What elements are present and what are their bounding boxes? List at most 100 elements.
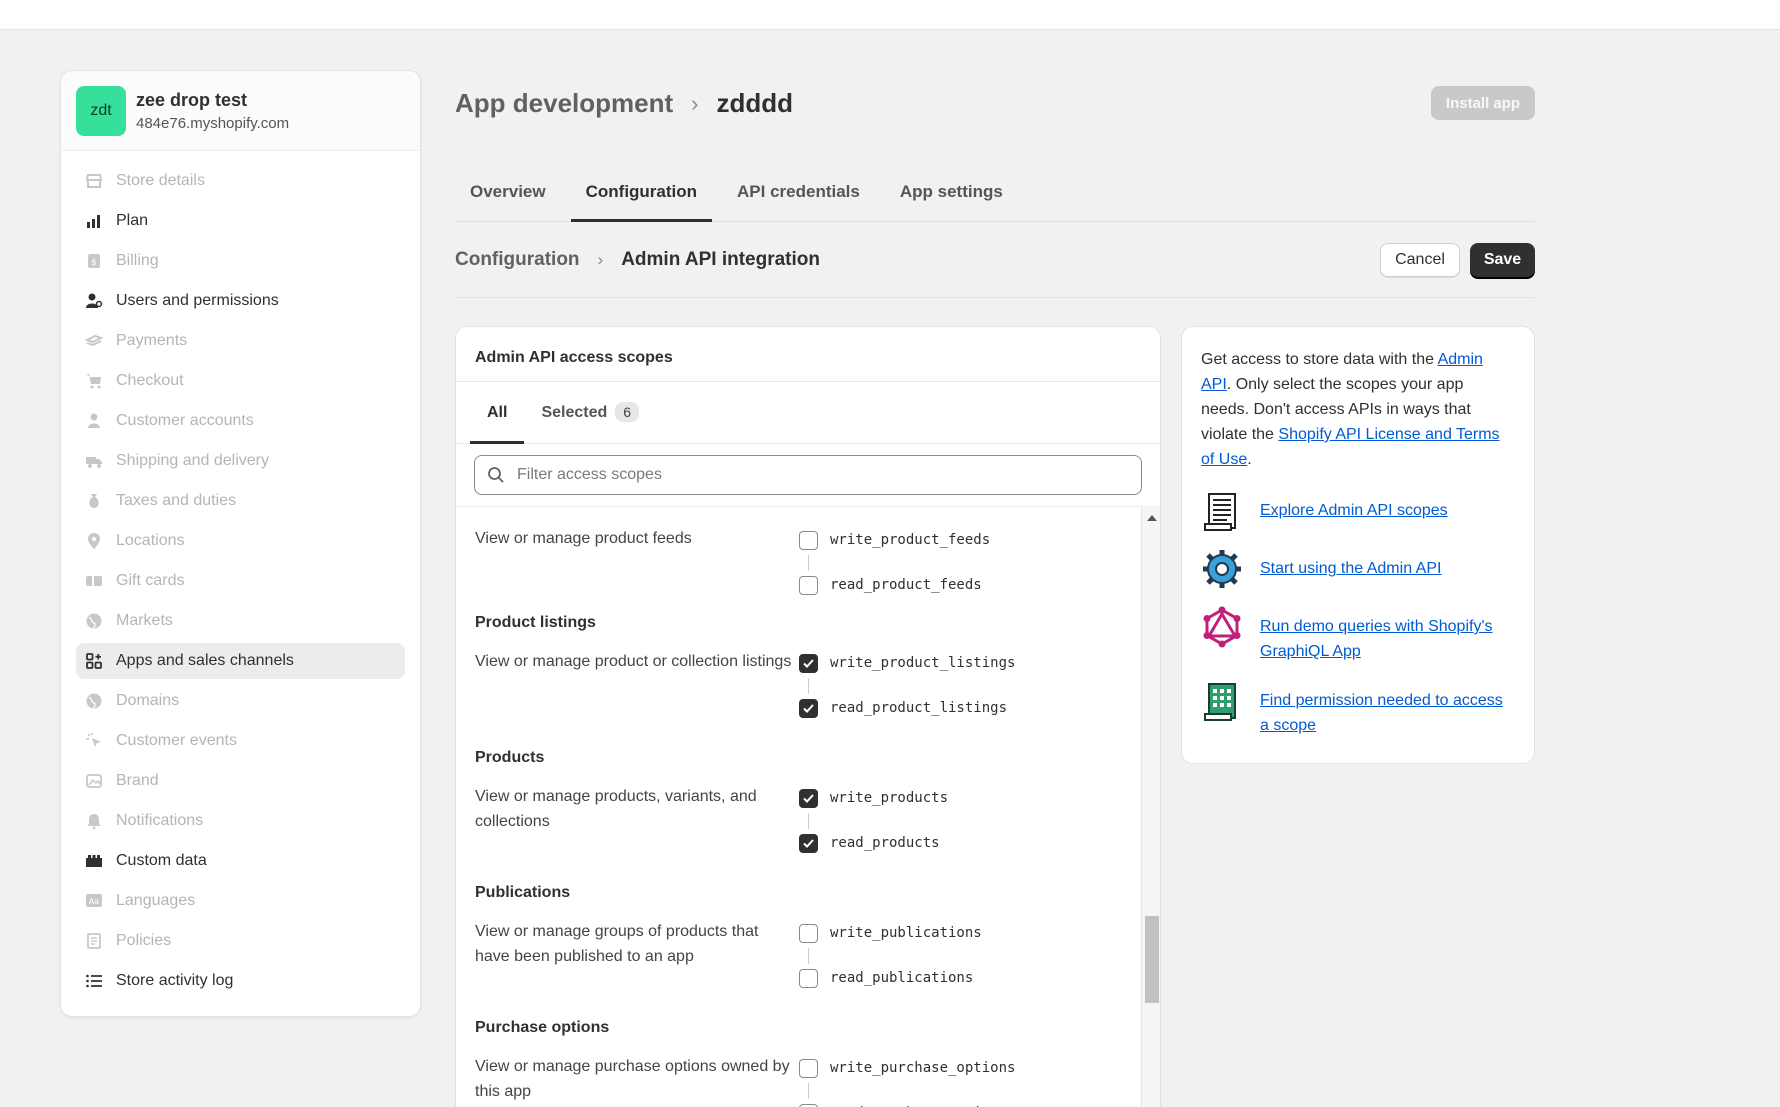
sidebar-item-customer-events[interactable]: Customer events [76,723,405,759]
sidebar-item-domains[interactable]: Domains [76,683,405,719]
sidebar-item-policies[interactable]: Policies [76,923,405,959]
resource-link[interactable]: Find permission needed to access a scope [1260,680,1515,738]
scope-checkbox-row[interactable]: write_publications [799,921,982,945]
sidebar-item-label: Taxes and duties [116,492,237,509]
custom-data-icon [84,851,104,871]
cancel-button[interactable]: Cancel [1380,243,1460,277]
breadcrumb-current: Admin API integration [621,249,820,270]
scope-name: write_purchase_options [830,1060,1016,1076]
sidebar-item-brand[interactable]: Brand [76,763,405,799]
location-icon [84,531,104,551]
policies-icon [84,931,104,951]
scope-checkbox-row[interactable]: write_purchase_options [799,1056,1015,1080]
sidebar-item-users-and-permissions[interactable]: Users and permissions [76,283,405,319]
graphql-icon [1203,606,1241,648]
resource-link[interactable]: Run demo queries with Shopify's GraphiQL… [1260,606,1515,664]
tab-all-label: All [487,404,508,421]
checkbox-checked[interactable] [799,833,818,853]
sidebar-item-taxes-and-duties[interactable]: Taxes and duties [76,483,405,519]
store-name: zee drop test [136,89,248,110]
sidebar-item-notifications[interactable]: Notifications [76,803,405,839]
scope-checkbox-row[interactable]: read_product_listings [799,696,1015,720]
sidebar-item-label: Gift cards [116,572,185,589]
sidebar-item-billing[interactable]: $ Billing [76,243,405,279]
scope-list: View or manage product feeds write_produ… [456,506,1141,1107]
scope-checkbox-row[interactable]: write_products [799,786,948,810]
tab-app-settings[interactable]: App settings [885,170,1018,222]
checkbox[interactable] [799,575,818,595]
resource-graphiql[interactable]: Run demo queries with Shopify's GraphiQL… [1201,606,1515,664]
app-tabs: Overview Configuration API credentials A… [455,170,1535,222]
sidebar-item-apps-and-sales-channels[interactable]: Apps and sales channels [76,643,405,679]
sidebar-item-label: Customer accounts [116,412,254,429]
sidebar-item-gift-cards[interactable]: Gift cards [76,563,405,599]
sidebar-item-label: Store details [116,172,205,189]
tab-selected[interactable]: Selected 6 [524,382,656,444]
store-avatar: zdt [76,85,126,136]
truck-icon [84,451,104,471]
sidebar-item-plan[interactable]: Plan [76,203,405,239]
scope-description: View or manage groups of products that h… [475,923,759,965]
access-scopes-card: Admin API access scopes All Selected 6 V… [455,326,1161,1107]
globe-icon [84,691,104,711]
sidebar-item-label: Policies [116,932,172,949]
chevron-right-icon: › [597,250,604,269]
scope-checkbox-row[interactable]: read_publications [799,966,982,990]
resource-find-permission[interactable]: Find permission needed to access a scope [1201,680,1515,738]
breadcrumb-configuration[interactable]: Configuration [455,243,580,276]
scrollbar[interactable] [1141,506,1160,1107]
install-app-button[interactable]: Install app [1431,86,1535,120]
checkbox[interactable] [799,530,818,550]
person-icon [84,411,104,431]
tab-all[interactable]: All [470,382,525,444]
scope-name: read_products [830,835,940,851]
sidebar-item-customer-accounts[interactable]: Customer accounts [76,403,405,439]
filter-input[interactable] [517,466,1129,484]
checkbox[interactable] [799,923,818,943]
cart-icon [84,371,104,391]
scope-checkbox-row[interactable]: read_purchase_options [799,1101,1015,1107]
scope-tabs: All Selected 6 [456,382,1160,444]
checkbox-checked[interactable] [799,788,818,808]
scrollbar-thumb[interactable] [1145,916,1159,1003]
breadcrumb-app-development[interactable]: App development [455,88,673,119]
scope-checkbox-row[interactable]: read_product_feeds [799,573,990,597]
sidebar-item-label: Store activity log [116,972,234,989]
sidebar-item-store-details[interactable]: Store details [76,163,405,199]
save-button[interactable]: Save [1470,243,1535,277]
sidebar-item-payments[interactable]: Payments [76,323,405,359]
resource-start-admin-api[interactable]: Start using the Admin API [1201,548,1515,590]
sidebar-item-store-activity-log[interactable]: Store activity log [76,963,405,999]
sidebar-item-languages[interactable]: Aa Languages [76,883,405,919]
checkbox[interactable] [799,1103,818,1107]
filter-field[interactable] [474,455,1142,495]
resource-explore-scopes[interactable]: Explore Admin API scopes [1201,490,1515,532]
scroll-up-arrow-icon[interactable] [1146,515,1157,521]
sidebar-item-locations[interactable]: Locations [76,523,405,559]
sidebar-item-custom-data[interactable]: Custom data [76,843,405,879]
scope-checkbox-row[interactable]: write_product_feeds [799,528,990,552]
scope-group-title: Publications [475,884,571,901]
checkbox[interactable] [799,968,818,988]
scope-checkbox-row[interactable]: write_product_listings [799,651,1015,675]
tab-configuration[interactable]: Configuration [570,170,713,222]
resource-link[interactable]: Explore Admin API scopes [1260,490,1448,523]
checkbox-checked[interactable] [799,653,818,673]
gift-card-icon [84,571,104,591]
scope-checkbox-row[interactable]: read_products [799,831,948,855]
sidebar-item-label: Checkout [116,372,184,389]
scope-group-purchase-options: Purchase options View or manage purchase… [475,1019,1125,1107]
checkbox-checked[interactable] [799,698,818,718]
sidebar-item-label: Notifications [116,812,204,829]
calculator-scroll-icon [1204,683,1236,721]
sidebar-item-markets[interactable]: Markets [76,603,405,639]
svg-text:$: $ [91,258,97,268]
resource-link[interactable]: Start using the Admin API [1260,548,1441,581]
tab-overview[interactable]: Overview [455,170,561,222]
sidebar-item-shipping-and-delivery[interactable]: Shipping and delivery [76,443,405,479]
checkbox[interactable] [799,1058,818,1078]
tab-api-credentials[interactable]: API credentials [722,170,875,222]
sidebar-item-checkout[interactable]: Checkout [76,363,405,399]
store-header[interactable]: zdt zee drop test 484e76.myshopify.com [61,71,420,151]
scope-group-publications: Publications View or manage groups of pr… [475,884,1125,990]
